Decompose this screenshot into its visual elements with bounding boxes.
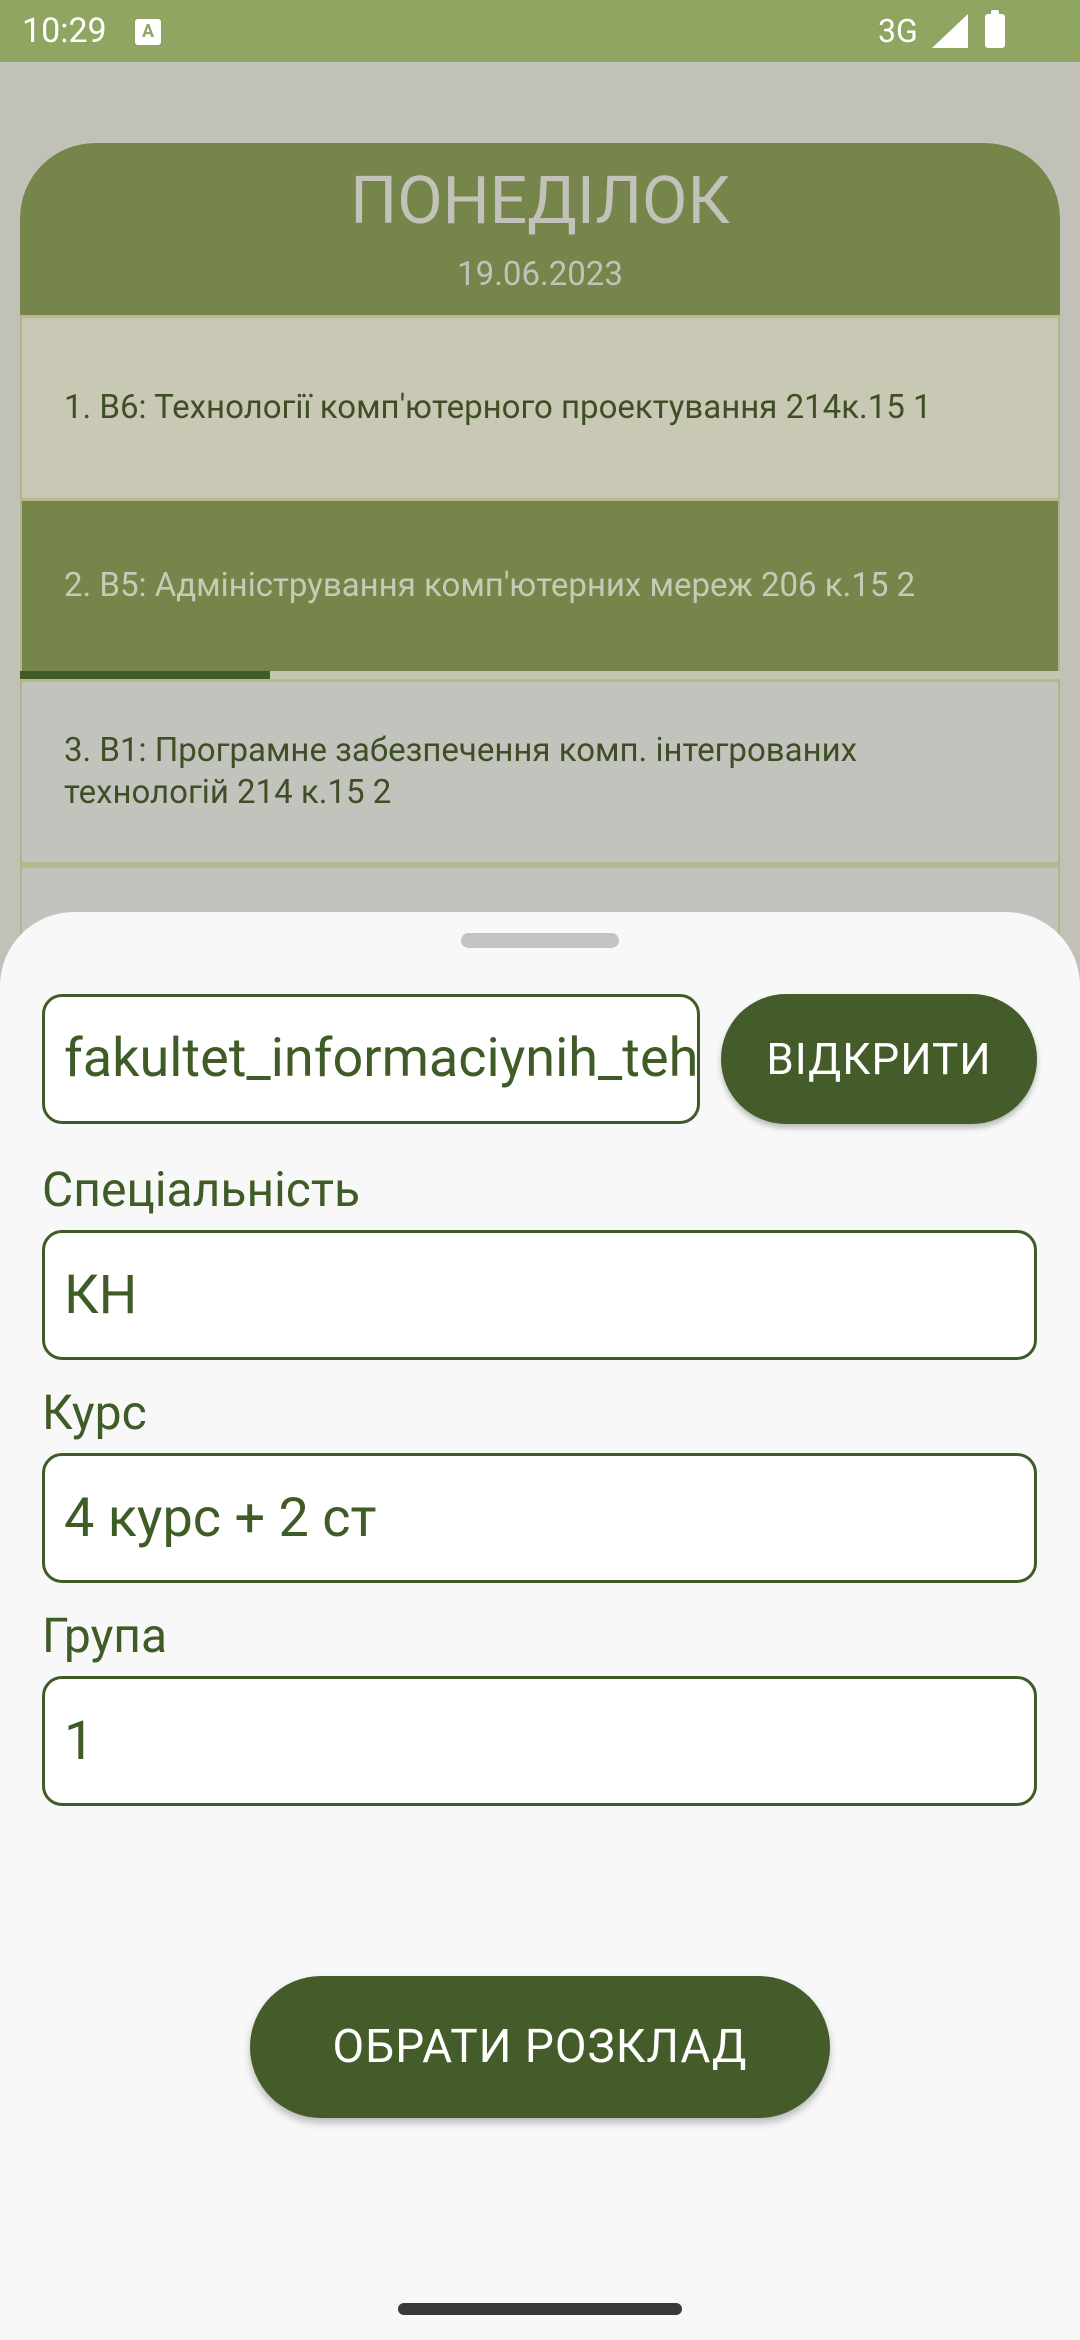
schedule-day-card: ПОНЕДІЛОК 19.06.2023 1. В6: Технології к… (20, 143, 1060, 1043)
open-button[interactable]: ВІДКРИТИ (721, 994, 1037, 1124)
lesson-text: 1. В6: Технології комп'ютерного проектув… (64, 388, 932, 427)
group-field[interactable]: 1 (42, 1676, 1037, 1806)
faculty-url-field[interactable]: fakultet_informaciynih_tehnologiy (42, 994, 700, 1124)
group-label: Група (42, 1607, 168, 1664)
specialty-label: Спеціальність (42, 1161, 361, 1218)
settings-bottom-sheet: fakultet_informaciynih_tehnologiy ВІДКРИ… (0, 912, 1080, 2340)
status-time: 10:29 (22, 11, 107, 51)
day-date: 19.06.2023 (457, 255, 623, 294)
lesson-text: 2. В5: Адміністрування комп'ютерних мере… (64, 566, 916, 605)
day-title: ПОНЕДІЛОК (350, 163, 730, 240)
notification-a-icon: A (135, 19, 161, 45)
course-label: Курс (42, 1384, 147, 1441)
course-field[interactable]: 4 курс + 2 ст (42, 1453, 1037, 1583)
battery-icon (985, 10, 1005, 48)
lesson-row[interactable]: 3. В1: Програмне забезпечення комп. інте… (20, 679, 1060, 865)
lesson-progress-bar (20, 671, 1060, 679)
navigation-gesture-bar[interactable] (398, 2303, 682, 2315)
lesson-row-current[interactable]: 2. В5: Адміністрування комп'ютерних мере… (20, 501, 1060, 671)
lesson-progress-fill (20, 671, 270, 679)
lesson-row[interactable]: 1. В6: Технології комп'ютерного проектув… (20, 315, 1060, 501)
drag-handle[interactable] (461, 933, 619, 948)
choose-schedule-button[interactable]: ОБРАТИ РОЗКЛАД (250, 1976, 830, 2118)
network-type: 3G (878, 12, 918, 50)
status-bar: 10:29 A 3G (0, 0, 1080, 62)
signal-icon (932, 14, 968, 48)
day-header: ПОНЕДІЛОК 19.06.2023 (20, 143, 1060, 315)
specialty-field[interactable]: КН (42, 1230, 1037, 1360)
lesson-text: 3. В1: Програмне забезпечення комп. інте… (64, 731, 858, 812)
